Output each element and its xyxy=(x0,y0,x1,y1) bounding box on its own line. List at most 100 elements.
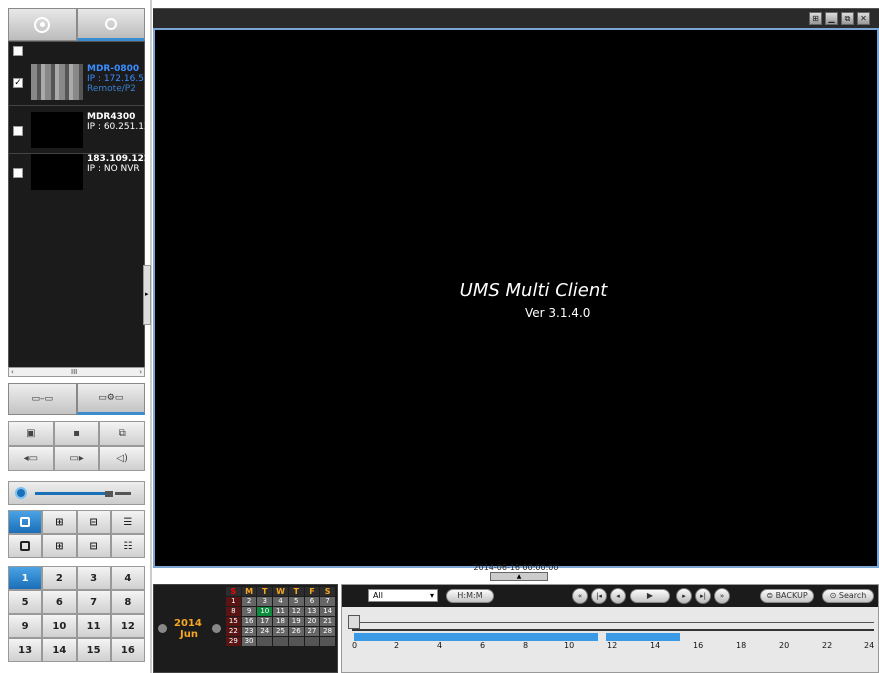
calendar-day[interactable]: 20 xyxy=(304,617,320,626)
calendar-day[interactable]: 17 xyxy=(257,617,273,626)
video-area[interactable]: UMS Multi Client Ver 3.1.4.0 xyxy=(153,28,879,568)
scroll-thumb[interactable]: III xyxy=(71,368,77,376)
channel-button[interactable]: 7 xyxy=(76,590,111,614)
calendar-day[interactable]: 21 xyxy=(320,617,335,626)
calendar-day[interactable]: 2 xyxy=(241,597,257,606)
device-checkbox[interactable]: ✓ xyxy=(13,78,23,88)
device-item[interactable]: ✓ MDR-0800 IP : 172.16.5 Remote/P2 xyxy=(9,58,144,106)
layout-1-button[interactable] xyxy=(8,510,43,534)
calendar-day[interactable]: 10 xyxy=(257,607,273,616)
recording-segment[interactable] xyxy=(606,633,680,641)
calendar-day[interactable]: 29 xyxy=(226,637,241,646)
calendar-day[interactable]: 25 xyxy=(273,627,288,636)
audio-button[interactable]: ◁) xyxy=(99,446,145,471)
calendar-day[interactable]: 16 xyxy=(241,617,257,626)
channel-button[interactable]: 3 xyxy=(76,566,111,590)
calendar-day[interactable]: 3 xyxy=(257,597,273,606)
timeline-cursor[interactable] xyxy=(348,615,360,629)
next-layout-button[interactable]: ▭▸ xyxy=(53,446,100,471)
channel-button[interactable]: 4 xyxy=(110,566,145,590)
channel-button[interactable]: 6 xyxy=(42,590,77,614)
calendar-day[interactable]: 27 xyxy=(304,627,320,636)
calendar-day[interactable]: 1 xyxy=(226,597,241,606)
slider-thumb[interactable] xyxy=(105,491,113,497)
calendar-day[interactable]: 19 xyxy=(288,617,304,626)
calendar-day[interactable]: 4 xyxy=(273,597,288,606)
calendar-day[interactable]: 26 xyxy=(288,627,304,636)
channel-button[interactable]: 15 xyxy=(76,638,111,662)
channel-button[interactable]: 11 xyxy=(76,614,111,638)
play-button[interactable]: ▶ xyxy=(630,589,670,603)
channel-button[interactable]: 12 xyxy=(110,614,145,638)
channel-button[interactable]: 16 xyxy=(110,638,145,662)
snapshot-button[interactable]: ▣ xyxy=(8,421,54,446)
timeline-collapse-button[interactable]: ▲ xyxy=(490,572,548,581)
calendar-day[interactable]: 22 xyxy=(226,627,241,636)
volume-slider[interactable] xyxy=(8,481,145,505)
device-checkbox[interactable] xyxy=(13,126,23,136)
channel-button[interactable]: 2 xyxy=(42,566,77,590)
device-checkbox[interactable] xyxy=(13,168,23,178)
scroll-right-icon[interactable]: › xyxy=(139,368,142,376)
calendar-day[interactable]: 5 xyxy=(288,597,304,606)
forward-button[interactable]: ▸ xyxy=(676,588,692,604)
search-tab[interactable] xyxy=(76,8,145,41)
select-all-checkbox[interactable] xyxy=(13,46,23,56)
channel-button[interactable]: 13 xyxy=(8,638,43,662)
calendar-day[interactable]: 18 xyxy=(273,617,288,626)
device-item[interactable]: 183.109.122 IP : NO NVR xyxy=(9,148,150,196)
calendar-day[interactable]: 15 xyxy=(226,617,241,626)
scroll-left-icon[interactable]: ‹ xyxy=(11,368,14,376)
calendar-day[interactable]: 8 xyxy=(226,607,241,616)
device-item[interactable]: MDR4300 IP : 60.251.13 xyxy=(9,106,150,154)
record-button[interactable]: ▪ xyxy=(53,421,100,446)
fast-rewind-button[interactable]: « xyxy=(572,588,588,604)
channel-button[interactable]: 1 xyxy=(8,566,43,590)
layout-4-button[interactable]: ⊞ xyxy=(42,510,77,534)
channel-button[interactable]: 14 xyxy=(42,638,77,662)
recording-segment[interactable] xyxy=(354,633,598,641)
panel-collapse-handle[interactable]: ▸ xyxy=(143,265,151,325)
channel-button[interactable]: 5 xyxy=(8,590,43,614)
next-month-button[interactable] xyxy=(212,624,221,633)
close-button[interactable]: ✕ xyxy=(857,12,870,25)
live-mode-button[interactable]: ▭–▭ xyxy=(8,383,77,415)
prev-month-button[interactable] xyxy=(158,624,167,633)
calendar-day[interactable]: 7 xyxy=(320,597,335,606)
channel-button[interactable]: 10 xyxy=(42,614,77,638)
calendar-day[interactable]: 24 xyxy=(257,627,273,636)
channel-button[interactable]: 9 xyxy=(8,614,43,638)
minimize-button[interactable]: ▁ xyxy=(825,12,838,25)
calendar-day[interactable]: 11 xyxy=(273,607,288,616)
layout-16b-button[interactable]: ☷ xyxy=(110,534,145,558)
horizontal-scrollbar[interactable]: ‹ III › xyxy=(8,367,145,377)
layout-9-button[interactable]: ⊟ xyxy=(76,510,111,534)
reverse-play-button[interactable]: ◂ xyxy=(610,588,626,604)
backup-button[interactable]: ⊜ BACKUP xyxy=(760,589,814,603)
calendar-day[interactable]: 30 xyxy=(241,637,257,646)
network-button[interactable]: ⧉ xyxy=(99,421,145,446)
calendar-day[interactable]: 6 xyxy=(304,597,320,606)
step-back-button[interactable]: |◂ xyxy=(591,588,607,604)
time-unit-button[interactable]: H:M:M xyxy=(446,589,494,603)
fullscreen-button[interactable]: ⊞ xyxy=(809,12,822,25)
layout-9b-button[interactable]: ⊟ xyxy=(76,534,111,558)
fast-forward-button[interactable]: » xyxy=(714,588,730,604)
calendar-day[interactable]: 14 xyxy=(320,607,335,616)
search-button[interactable]: ⊙ Search xyxy=(822,589,874,603)
calendar-day[interactable]: 9 xyxy=(241,607,257,616)
calendar-day[interactable]: 23 xyxy=(241,627,257,636)
channel-select[interactable]: All ▾ xyxy=(368,589,438,602)
restore-button[interactable]: ⧉ xyxy=(841,12,854,25)
step-forward-button[interactable]: ▸| xyxy=(695,588,711,604)
layout-1b-button[interactable] xyxy=(8,534,43,558)
layout-16-button[interactable]: ☰ xyxy=(110,510,145,534)
calendar-day[interactable]: 13 xyxy=(304,607,320,616)
calendar-day[interactable]: 28 xyxy=(320,627,335,636)
calendar-day[interactable]: 12 xyxy=(288,607,304,616)
playback-mode-button[interactable]: ▭⚙▭ xyxy=(76,383,145,415)
layout-4b-button[interactable]: ⊞ xyxy=(42,534,77,558)
channel-button[interactable]: 8 xyxy=(110,590,145,614)
prev-layout-button[interactable]: ◂▭ xyxy=(8,446,54,471)
device-tab[interactable] xyxy=(8,8,77,41)
